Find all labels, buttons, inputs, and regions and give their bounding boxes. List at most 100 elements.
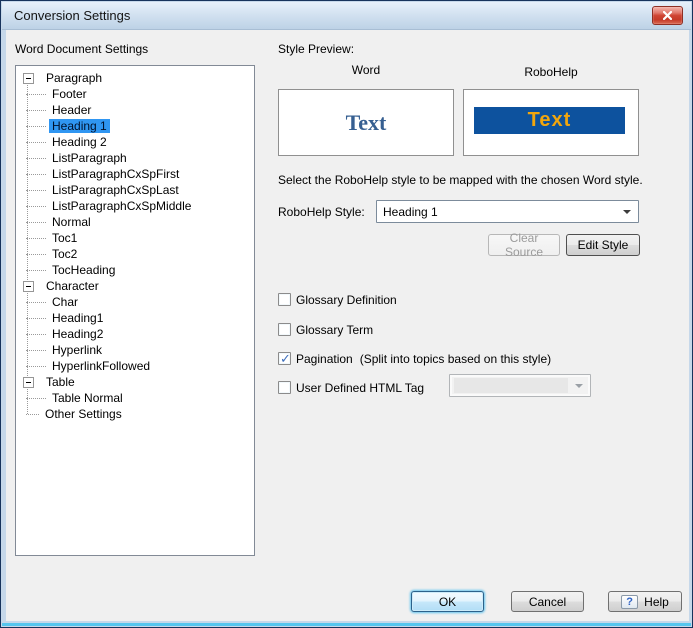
title-bar[interactable]: Conversion Settings: [2, 2, 691, 30]
tree-item-label: Toc1: [49, 231, 80, 245]
tree-item-listparagraph[interactable]: ListParagraph: [16, 150, 254, 166]
tree-item-label: TocHeading: [49, 263, 118, 277]
tree-connector: [26, 206, 46, 207]
close-icon: [663, 11, 672, 20]
tree-item-toc2[interactable]: Toc2: [16, 246, 254, 262]
style-tree: Paragraph Footer Header Heading 1 Heading 2 L…: [15, 65, 255, 556]
tree-item-label: Character: [43, 279, 102, 293]
robohelp-style-label: RoboHelp Style:: [278, 205, 365, 219]
tree-item-label: Paragraph: [43, 71, 105, 85]
ok-button[interactable]: OK: [411, 591, 484, 612]
pagination-option[interactable]: Pagination (Split into topics based on t…: [278, 351, 551, 366]
tree-item-paragraph[interactable]: Paragraph: [16, 70, 254, 86]
window-title: Conversion Settings: [14, 8, 130, 23]
robohelp-sample-bar: Text: [474, 107, 625, 134]
mapping-instruction: Select the RoboHelp style to be mapped w…: [278, 173, 643, 187]
tree-connector: [26, 350, 46, 351]
tree-item-table-normal[interactable]: Table Normal: [16, 390, 254, 406]
tree-item-heading2[interactable]: Heading2: [16, 326, 254, 342]
word-sample-text: Text: [346, 110, 387, 136]
robohelp-style-value: Heading 1: [377, 205, 616, 219]
tree-item-listparagraphcxspmiddle[interactable]: ListParagraphCxSpMiddle: [16, 198, 254, 214]
cancel-button[interactable]: Cancel: [511, 591, 584, 612]
tree-item-label: Heading1: [49, 311, 106, 325]
tree-connector: [26, 318, 46, 319]
tree-item-tocheading[interactable]: TocHeading: [16, 262, 254, 278]
tree-item-normal[interactable]: Normal: [16, 214, 254, 230]
glossary-term-option[interactable]: Glossary Term: [278, 322, 373, 337]
clear-source-button: Clear Source: [488, 234, 560, 256]
pagination-label: Pagination: [296, 352, 353, 366]
chevron-down-icon[interactable]: [616, 201, 638, 222]
glossary-definition-option[interactable]: Glossary Definition: [278, 292, 397, 307]
tree-connector: [26, 366, 46, 367]
tree-connector: [26, 174, 46, 175]
edit-style-button[interactable]: Edit Style: [566, 234, 640, 256]
word-style-preview: Text: [278, 89, 454, 156]
html-tag-select: [449, 374, 591, 397]
tree-item-heading1[interactable]: Heading1: [16, 310, 254, 326]
user-defined-html-tag-label: User Defined HTML Tag: [296, 381, 424, 395]
tree-connector: [26, 158, 46, 159]
collapse-minus-icon[interactable]: [23, 281, 34, 292]
tree-item-label: Other Settings: [42, 407, 125, 421]
tree-item-hyperlink[interactable]: Hyperlink: [16, 342, 254, 358]
tree-item-label: ListParagraphCxSpMiddle: [49, 199, 194, 213]
tree-item-label: ListParagraph: [49, 151, 130, 165]
glossary-term-label: Glossary Term: [296, 323, 373, 337]
tree-item-heading-2[interactable]: Heading 2: [16, 134, 254, 150]
glossary-definition-checkbox[interactable]: [278, 293, 291, 306]
user-defined-html-tag-option[interactable]: User Defined HTML Tag: [278, 380, 424, 395]
tree-connector: [26, 398, 46, 399]
robohelp-preview-caption: RoboHelp: [463, 65, 639, 79]
word-document-settings-label: Word Document Settings: [15, 42, 148, 56]
conversion-settings-dialog: Conversion Settings Word Document Settin…: [0, 0, 693, 628]
tree-connector: [26, 334, 46, 335]
tree-item-label: Hyperlink: [49, 343, 105, 357]
chevron-down-icon: [568, 375, 590, 396]
tree-guide-line: [27, 78, 28, 414]
help-icon: ?: [621, 595, 638, 609]
glossary-term-checkbox[interactable]: [278, 323, 291, 336]
robohelp-style-select[interactable]: Heading 1: [376, 200, 639, 223]
help-button[interactable]: ? Help: [608, 591, 682, 612]
tree-item-header[interactable]: Header: [16, 102, 254, 118]
tree-item-heading-1[interactable]: Heading 1: [16, 118, 254, 134]
tree-connector: [26, 142, 46, 143]
tree-item-character[interactable]: Character: [16, 278, 254, 294]
tree-item-toc1[interactable]: Toc1: [16, 230, 254, 246]
tree-item-label: Heading 1: [49, 119, 110, 133]
tree-item-label: HyperlinkFollowed: [49, 359, 153, 373]
tree-item-label: Heading 2: [49, 135, 110, 149]
collapse-minus-icon[interactable]: [23, 377, 34, 388]
tree-item-char[interactable]: Char: [16, 294, 254, 310]
tree-item-listparagraphcxsplast[interactable]: ListParagraphCxSpLast: [16, 182, 254, 198]
style-preview-label: Style Preview:: [278, 42, 354, 56]
tree-connector: [26, 238, 46, 239]
tree-item-listparagraphcxspfirst[interactable]: ListParagraphCxSpFirst: [16, 166, 254, 182]
window-border-accent: [2, 623, 691, 626]
tree-item-label: Header: [49, 103, 94, 117]
word-preview-caption: Word: [278, 63, 454, 77]
tree-connector: [26, 126, 46, 127]
help-label: Help: [644, 595, 669, 609]
tree-item-other-settings[interactable]: Other Settings: [16, 406, 254, 422]
glossary-definition-label: Glossary Definition: [296, 293, 397, 307]
tree-item-footer[interactable]: Footer: [16, 86, 254, 102]
tree-item-label: ListParagraphCxSpLast: [49, 183, 182, 197]
tree-item-label: Toc2: [49, 247, 80, 261]
tree-connector: [26, 254, 46, 255]
collapse-minus-icon[interactable]: [23, 73, 34, 84]
tree-item-hyperlinkfollowed[interactable]: HyperlinkFollowed: [16, 358, 254, 374]
user-defined-html-tag-checkbox[interactable]: [278, 381, 291, 394]
tree-connector: [26, 222, 46, 223]
tree-item-label: ListParagraphCxSpFirst: [49, 167, 182, 181]
tree-item-label: Footer: [49, 87, 90, 101]
close-button[interactable]: [652, 6, 683, 25]
html-tag-value: [454, 378, 568, 393]
robohelp-sample-text: Text: [528, 109, 572, 132]
pagination-checkbox[interactable]: [278, 352, 291, 365]
tree-item-label: Table: [43, 375, 78, 389]
tree-connector: [26, 270, 46, 271]
tree-item-table[interactable]: Table: [16, 374, 254, 390]
